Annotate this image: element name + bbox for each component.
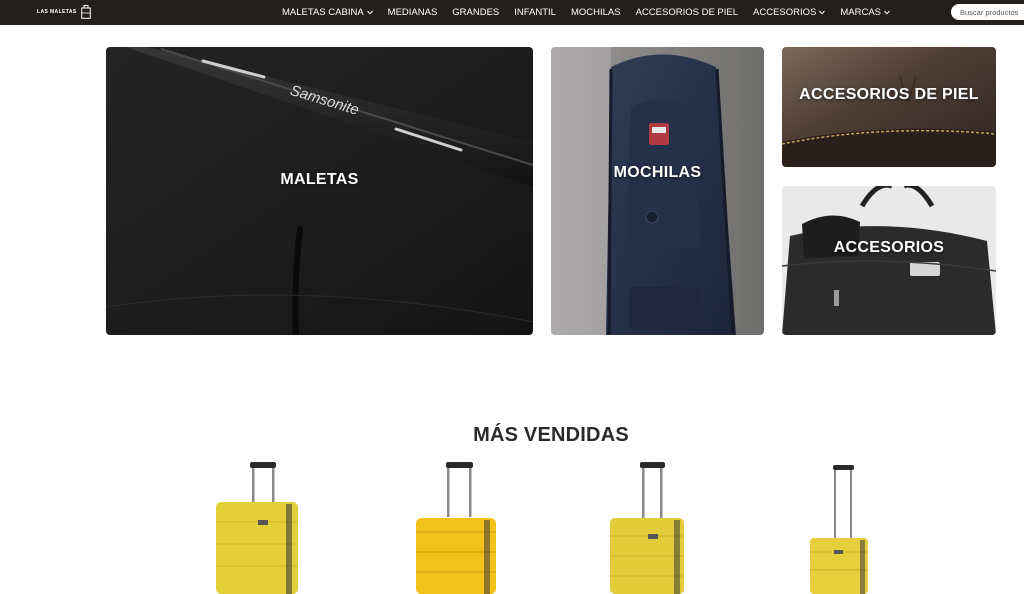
menu-item-label: MOCHILAS: [570, 7, 621, 18]
logo-text: LAS MALETAS: [37, 9, 77, 15]
yellow-suitcase-icon: [610, 462, 684, 594]
menu-item-label: MEDIANAS: [387, 7, 438, 18]
yellow-suitcase-icon: [216, 462, 298, 594]
menu-item-accesorios[interactable]: ACCESORIOS: [753, 7, 826, 18]
menu-item-infantil[interactable]: INFANTIL: [514, 7, 556, 18]
menu-item-label: MARCAS: [840, 7, 882, 18]
category-label: ACCESORIOS: [833, 239, 945, 256]
menu-item-label: INFANTIL: [514, 7, 556, 18]
product-card[interactable]: [808, 460, 870, 594]
category-tile-accesorios-de-piel[interactable]: ACCESORIOS DE PIEL: [782, 47, 996, 167]
best-sellers-title: MÁS VENDIDAS: [473, 424, 629, 446]
menu-item-label: ACCESORIOS DE PIEL: [635, 7, 739, 18]
menu-item-accesorios-de-piel[interactable]: ACCESORIOS DE PIEL: [636, 7, 738, 18]
backpack-image: [551, 47, 764, 335]
site-logo[interactable]: LAS MALETAS: [37, 4, 91, 20]
chevron-down-icon: [884, 10, 890, 15]
category-tile-accesorios[interactable]: ACCESORIOS: [782, 186, 996, 335]
yellow-suitcase-icon: [810, 465, 868, 594]
chevron-down-icon: [819, 10, 826, 15]
product-card[interactable]: [214, 460, 300, 594]
category-tile-mochilas[interactable]: MOCHILAS: [551, 47, 764, 335]
menu-item-medianas[interactable]: MEDIANAS: [388, 7, 438, 18]
menu-item-marcas[interactable]: MARCAS: [840, 7, 890, 18]
menu-item-label: GRANDES: [452, 7, 500, 18]
main-menu: MALETAS CABINA MEDIANAS GRANDES INFANTIL…: [282, 0, 905, 25]
brand-mark-text: Samsonite: [288, 85, 361, 119]
menu-item-maletas-cabina[interactable]: MALETAS CABINA: [282, 7, 373, 18]
leather-wallet-image: [782, 47, 996, 167]
chevron-down-icon: [366, 10, 373, 15]
product-card[interactable]: [414, 460, 498, 594]
category-label: MALETAS: [280, 171, 359, 188]
menu-item-label: MALETAS CABINA: [282, 7, 364, 18]
product-card[interactable]: [608, 460, 686, 594]
menu-item-grandes[interactable]: GRANDES: [452, 7, 499, 18]
top-navbar: LAS MALETAS MALETAS CABINA MEDIANAS GRAN…: [0, 0, 1024, 25]
samsonite-logo: Samsonite: [288, 85, 361, 119]
yellow-suitcase-icon: [416, 462, 496, 594]
travel-bag-image: [782, 186, 996, 335]
category-label: ACCESORIOS DE PIEL: [799, 86, 979, 103]
menu-item-label: ACCESORIOS: [753, 7, 817, 18]
search-input[interactable]: [951, 4, 1024, 20]
suitcase-logo-icon: [80, 5, 91, 19]
category-tile-maletas[interactable]: Samsonite MALETAS: [106, 47, 533, 335]
category-label: MOCHILAS: [613, 164, 702, 181]
menu-item-mochilas[interactable]: MOCHILAS: [571, 7, 621, 18]
